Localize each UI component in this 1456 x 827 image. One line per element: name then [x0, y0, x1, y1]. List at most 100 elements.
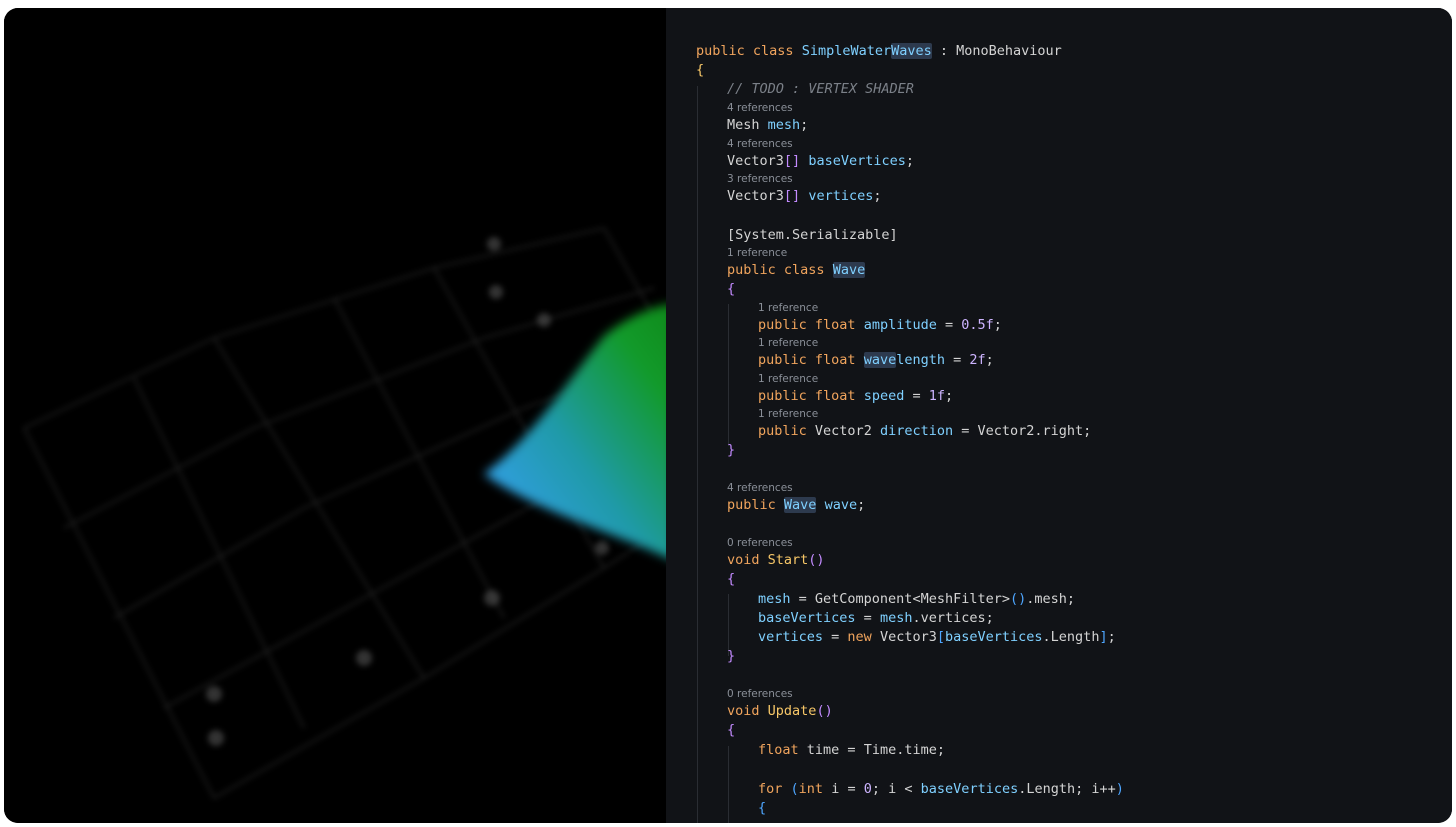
- less-than: <: [896, 781, 921, 797]
- code-line-get-mesh: mesh = GetComponent<MeshFilter>().mesh;: [758, 590, 1075, 609]
- kw-public: public: [758, 388, 807, 404]
- code-line-brace: {: [727, 280, 735, 299]
- code-line-brace: {: [758, 799, 766, 818]
- array-brackets: []: [783, 188, 801, 204]
- var-mesh: mesh: [767, 117, 801, 133]
- number: 0.5f: [961, 317, 994, 333]
- brace: {: [727, 722, 736, 738]
- kw-float: float: [814, 317, 856, 333]
- brace: {: [727, 571, 736, 587]
- code-line-brace: {: [727, 570, 735, 589]
- scene-viewport: [4, 8, 666, 823]
- codelens-references[interactable]: 4 references: [727, 481, 793, 495]
- semicolon: ;: [871, 781, 889, 797]
- brace: {: [696, 62, 705, 78]
- bracket: ]: [1099, 629, 1108, 645]
- kw-void: void: [727, 703, 760, 719]
- parens: (): [816, 703, 833, 719]
- codelens-references[interactable]: 1 reference: [758, 301, 818, 315]
- number: 2f: [969, 352, 986, 368]
- field-speed: speed: [863, 388, 905, 404]
- codelens-references[interactable]: 4 references: [727, 101, 793, 115]
- type-vector3: Vector3: [727, 153, 784, 169]
- codelens-references[interactable]: 1 reference: [727, 246, 787, 260]
- semicolon: ;: [985, 610, 994, 626]
- code-line-attribute: [System.Serializable]: [727, 226, 898, 245]
- method-update: Update: [767, 703, 817, 719]
- indent-guide: [728, 304, 729, 446]
- type-mesh: Mesh: [727, 117, 768, 133]
- code-line-base-vertices: Vector3[] baseVertices;: [727, 152, 914, 171]
- time-time: Time.time: [863, 742, 937, 758]
- brace: }: [727, 648, 736, 664]
- codelens-references[interactable]: 1 reference: [758, 372, 818, 386]
- kw-float: float: [814, 388, 856, 404]
- codelens-references[interactable]: 3 references: [727, 172, 793, 186]
- member-length: .Length: [1042, 629, 1100, 645]
- var-mesh: mesh: [879, 610, 913, 626]
- code-line-brace: }: [727, 647, 735, 666]
- codelens-references[interactable]: 4 references: [727, 137, 793, 151]
- kw-public: public: [758, 317, 807, 333]
- semicolon: ;: [985, 352, 994, 368]
- var-time: time: [806, 742, 840, 758]
- code-line-brace: {: [696, 61, 704, 80]
- equals: =: [855, 610, 880, 626]
- code-line-amplitude: public float amplitude = 0.5f;: [758, 316, 1002, 335]
- equals: =: [936, 317, 962, 333]
- codelens-references[interactable]: 0 references: [727, 687, 793, 701]
- var-base-vertices: baseVertices: [945, 629, 1043, 645]
- code-line-speed: public float speed = 1f;: [758, 387, 953, 406]
- code-line-comment: // TODO : VERTEX SHADER: [727, 80, 914, 99]
- semicolon: ;: [1083, 423, 1092, 439]
- type-wave: Wave: [783, 497, 817, 513]
- codelens-references[interactable]: 1 reference: [758, 407, 818, 421]
- semicolon: ;: [1107, 629, 1116, 645]
- bracket: [: [936, 629, 945, 645]
- semicolon: ;: [800, 117, 809, 133]
- var-base-vertices: baseVertices: [920, 781, 1019, 797]
- var-vertices: vertices: [808, 188, 874, 204]
- brace: {: [758, 800, 767, 816]
- kw-new: new: [847, 629, 872, 645]
- class-name: SimpleWater: [801, 43, 892, 59]
- vector2-right: Vector2.right: [977, 423, 1084, 439]
- kw-public: public: [758, 423, 807, 439]
- increment: i++: [1091, 781, 1116, 797]
- code-line-wave-field: public Wave wave;: [727, 496, 865, 515]
- paren: (: [790, 781, 799, 797]
- member-length: .Length: [1018, 781, 1076, 797]
- equals: =: [904, 388, 929, 404]
- equals: =: [823, 629, 848, 645]
- type-vector2: Vector2: [814, 423, 880, 439]
- colon: :: [931, 43, 957, 59]
- code-line-wavelength: public float wavelength = 2f;: [758, 351, 994, 370]
- code-editor[interactable]: public class SimpleWaterWaves : MonoBeha…: [666, 8, 1452, 823]
- video-frame: public class SimpleWaterWaves : MonoBeha…: [4, 8, 1452, 823]
- number: 1f: [928, 388, 945, 404]
- equals: =: [953, 423, 978, 439]
- class-name-highlight: Waves: [891, 43, 932, 59]
- code-line-direction: public Vector2 direction = Vector2.right…: [758, 422, 1091, 441]
- parens: (): [808, 552, 825, 568]
- code-line-vertices-assign: vertices = new Vector3[baseVertices.Leng…: [758, 628, 1116, 647]
- equals: =: [839, 781, 864, 797]
- brace: }: [727, 442, 736, 458]
- parens: (): [1009, 591, 1027, 607]
- indent-guide: [728, 746, 729, 823]
- kw-float: float: [758, 742, 799, 758]
- kw-public: public: [727, 262, 776, 278]
- equals: =: [790, 591, 815, 607]
- member-mesh: .mesh: [1026, 591, 1067, 607]
- semicolon: ;: [993, 317, 1002, 333]
- code-line-class-decl: public class SimpleWaterWaves : MonoBeha…: [696, 42, 1062, 61]
- type-vector3: Vector3: [879, 629, 937, 645]
- codelens-references[interactable]: 1 reference: [758, 336, 818, 350]
- kw-int: int: [798, 781, 824, 797]
- codelens-references[interactable]: 0 references: [727, 536, 793, 550]
- semicolon: ;: [857, 497, 866, 513]
- kw-float: float: [814, 352, 856, 368]
- semicolon: ;: [905, 153, 914, 169]
- class-wave: Wave: [832, 262, 866, 278]
- code-line-update-decl: void Update(): [727, 702, 833, 721]
